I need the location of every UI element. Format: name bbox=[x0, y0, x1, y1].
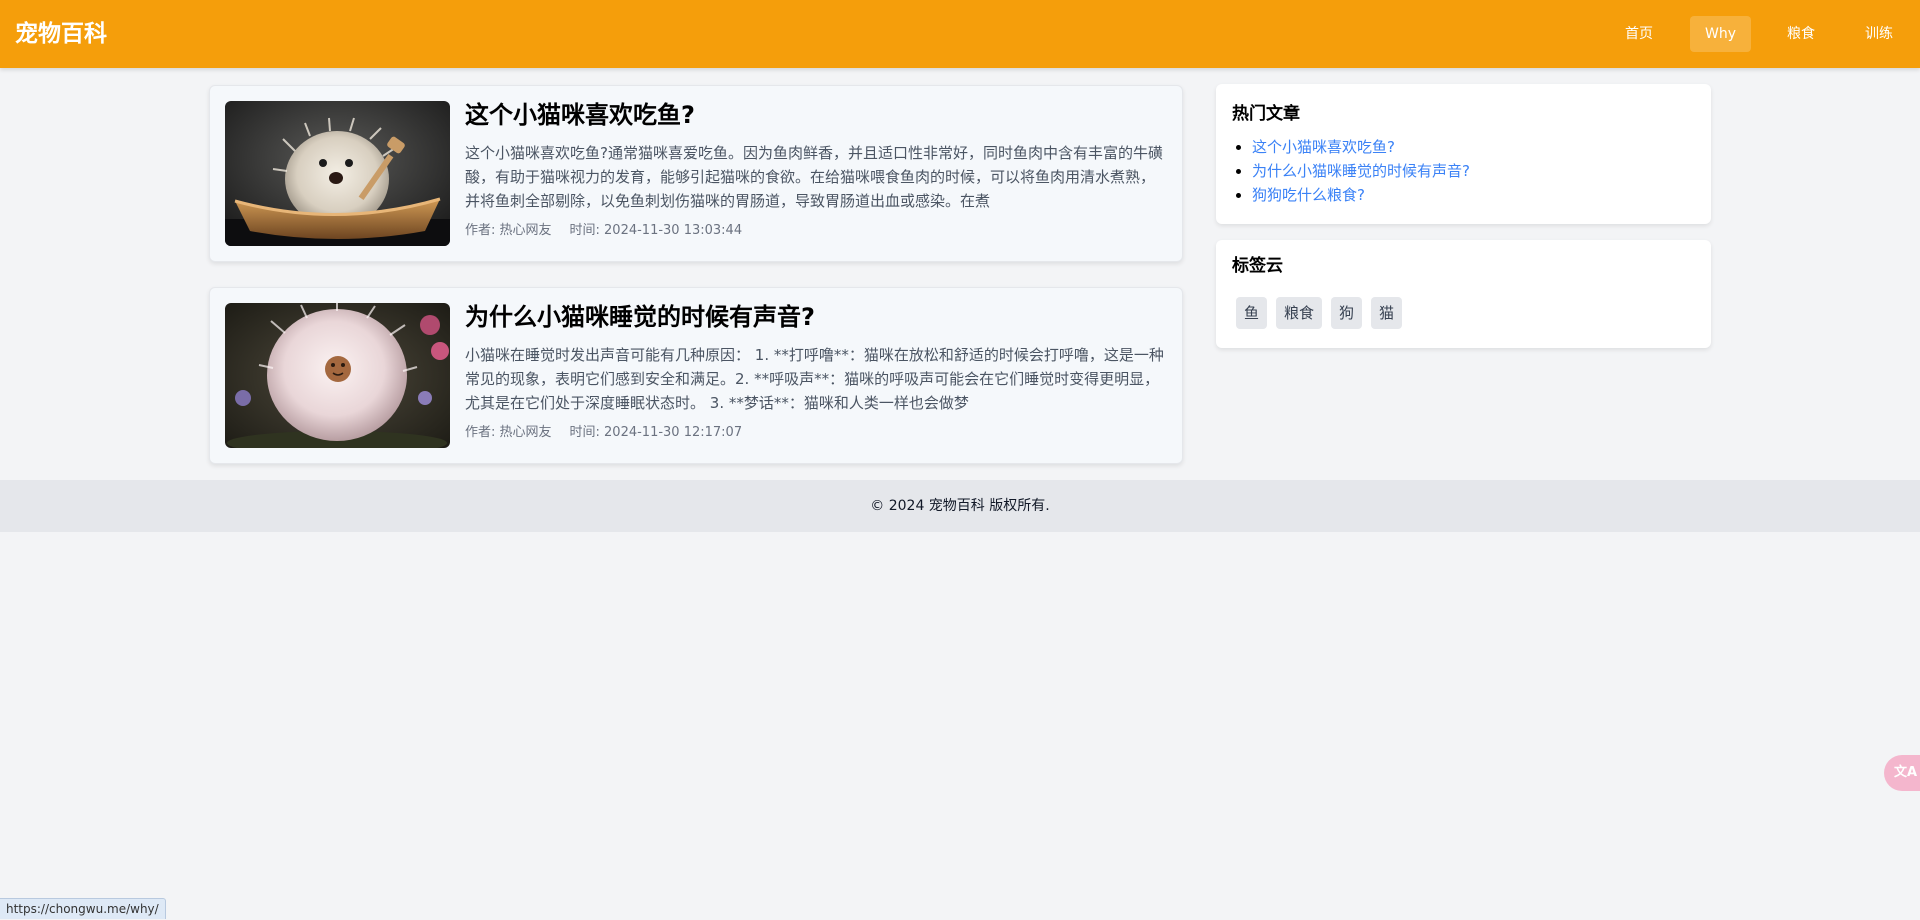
article-time: 时间: 2024-11-30 12:17:07 bbox=[569, 425, 743, 440]
tag-fish[interactable]: 鱼 bbox=[1236, 297, 1268, 329]
status-bar-url: https://chongwu.me/why/ bbox=[0, 898, 166, 919]
hot-articles-panel: 热门文章 这个小猫咪喜欢吃鱼? 为什么小猫咪睡觉的时候有声音? 狗狗吃什么粮食? bbox=[1216, 84, 1711, 224]
article-card[interactable]: 这个小猫咪喜欢吃鱼? 这个小猫咪喜欢吃鱼?通常猫咪喜爱吃鱼。因为鱼肉鲜香，并且适… bbox=[209, 85, 1183, 262]
tag-dog[interactable]: 狗 bbox=[1331, 297, 1363, 329]
tag-food[interactable]: 粮食 bbox=[1276, 297, 1323, 329]
article-thumbnail[interactable] bbox=[225, 303, 450, 448]
hot-articles-list: 这个小猫咪喜欢吃鱼? 为什么小猫咪睡觉的时候有声音? 狗狗吃什么粮食? bbox=[1252, 135, 1470, 207]
article-title[interactable]: 这个小猫咪喜欢吃鱼? bbox=[465, 99, 695, 131]
top-nav-bar: 宠物百科 首页 Why 粮食 训练 bbox=[0, 0, 1920, 68]
hot-article-link[interactable]: 狗狗吃什么粮食? bbox=[1252, 186, 1365, 204]
tag-cat[interactable]: 猫 bbox=[1371, 297, 1403, 329]
tag-cloud-title: 标签云 bbox=[1232, 256, 1283, 276]
article-meta: 作者: 热心网友 时间: 2024-11-30 12:17:07 bbox=[465, 424, 742, 442]
copyright-text: © 2024 宠物百科 版权所有. bbox=[870, 498, 1050, 514]
hot-articles-title: 热门文章 bbox=[1232, 104, 1300, 124]
nav-item-why[interactable]: Why bbox=[1689, 16, 1751, 52]
translate-icon[interactable]: 文A bbox=[1884, 755, 1920, 791]
hot-article-item: 这个小猫咪喜欢吃鱼? bbox=[1252, 135, 1470, 159]
hot-article-item: 狗狗吃什么粮食? bbox=[1252, 183, 1470, 207]
hot-article-item: 为什么小猫咪睡觉的时候有声音? bbox=[1252, 159, 1470, 183]
nav-item-food[interactable]: 粮食 bbox=[1774, 16, 1828, 52]
article-title[interactable]: 为什么小猫咪睡觉的时候有声音? bbox=[465, 301, 815, 333]
article-thumbnail[interactable] bbox=[225, 101, 450, 246]
hot-article-link[interactable]: 为什么小猫咪睡觉的时候有声音? bbox=[1252, 162, 1470, 180]
tag-cloud-panel: 标签云 鱼 粮食 狗 猫 bbox=[1216, 240, 1711, 348]
article-author: 作者: 热心网友 bbox=[465, 223, 552, 238]
hot-article-link[interactable]: 这个小猫咪喜欢吃鱼? bbox=[1252, 138, 1395, 156]
article-summary: 这个小猫咪喜欢吃鱼?通常猫咪喜爱吃鱼。因为鱼肉鲜香，并且适口性非常好，同时鱼肉中… bbox=[465, 144, 1163, 210]
nav-item-home[interactable]: 首页 bbox=[1612, 16, 1666, 52]
main-nav: 首页 Why 粮食 训练 bbox=[1612, 16, 1920, 52]
article-card[interactable]: 为什么小猫咪睡觉的时候有声音? 小猫咪在睡觉时发出声音可能有几种原因： 1. *… bbox=[209, 287, 1183, 464]
article-time: 时间: 2024-11-30 13:03:44 bbox=[569, 223, 743, 238]
article-meta: 作者: 热心网友 时间: 2024-11-30 13:03:44 bbox=[465, 222, 742, 240]
site-logo[interactable]: 宠物百科 bbox=[15, 19, 107, 49]
tag-list: 鱼 粮食 狗 猫 bbox=[1236, 297, 1411, 329]
nav-item-training[interactable]: 训练 bbox=[1852, 16, 1906, 52]
article-summary: 小猫咪在睡觉时发出声音可能有几种原因： 1. **打呼噜**：猫咪在放松和舒适的… bbox=[465, 346, 1164, 412]
article-author: 作者: 热心网友 bbox=[465, 425, 552, 440]
page-footer: © 2024 宠物百科 版权所有. bbox=[0, 480, 1920, 532]
